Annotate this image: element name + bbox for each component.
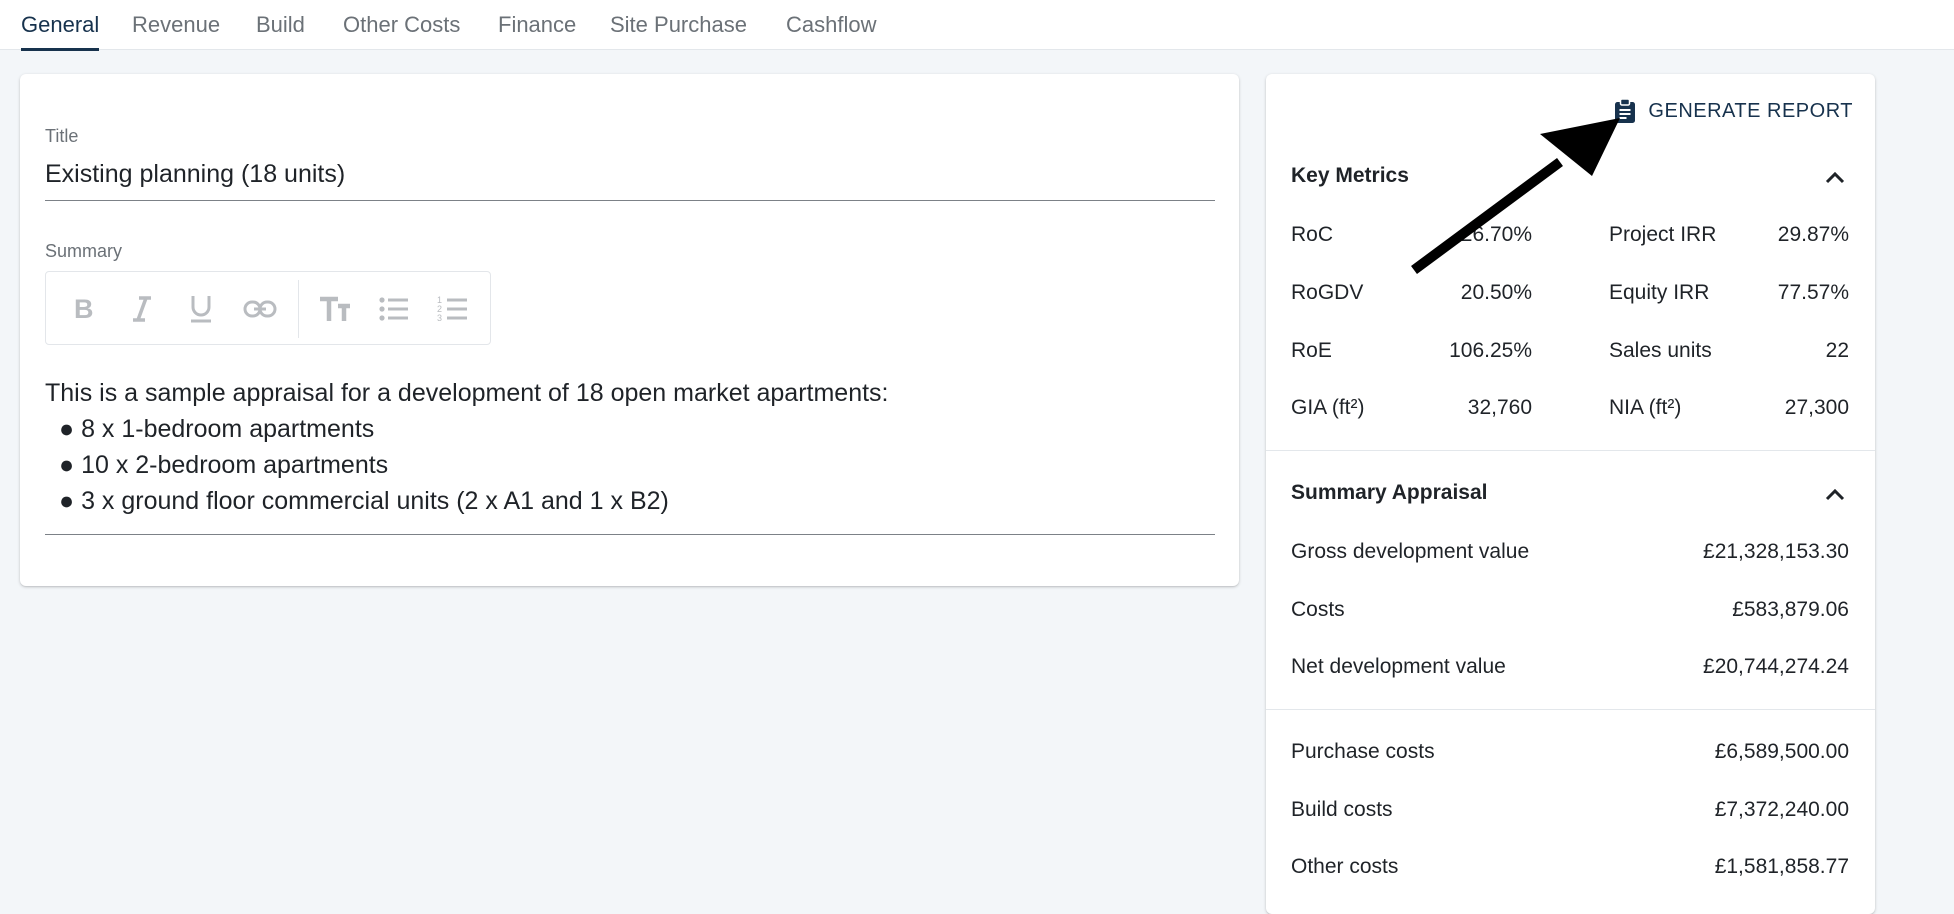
metric-label: Sales units [1609,339,1712,362]
appraisal-row: Other costs £1,581,858.77 [1291,855,1849,885]
metric-value: 29.87% [1777,223,1849,246]
bullet-glyph: ● [59,487,75,515]
summary-bullet: ● 8 x 1-bedroom apartments [45,411,889,447]
section-divider [1266,450,1875,451]
summary-underline [45,534,1215,535]
appraisal-row: Costs £583,879.06 [1291,598,1849,628]
numbered-list-icon[interactable]: 123 [433,289,473,329]
tab-build[interactable]: Build [256,0,305,50]
appraisal-value: £1,581,858.77 [1714,855,1849,878]
title-input[interactable]: Existing planning (18 units) [45,160,345,189]
metric-label: NIA (ft²) [1609,396,1682,419]
metric-value: 26.70% [1460,223,1532,246]
metric-label: RoC [1291,223,1334,246]
metric-row: RoE 106.25% Sales units 22 [1291,339,1849,369]
toolbar-separator [298,280,299,338]
appraisal-value: £7,372,240.00 [1714,798,1849,821]
appraisal-row: Purchase costs £6,589,500.00 [1291,740,1849,770]
summary-bullet: ● 3 x ground floor commercial units (2 x… [45,483,889,519]
bullet-text: 3 x ground floor commercial units (2 x A… [81,487,669,515]
metric-label: RoGDV [1291,281,1364,304]
appraisal-value: £21,328,153.30 [1703,540,1849,563]
bulleted-list-icon[interactable] [374,289,414,329]
title-underline [45,200,1215,201]
appraisal-label: Purchase costs [1291,740,1435,763]
metric-value: 32,760 [1467,396,1532,419]
svg-text:B: B [74,295,94,323]
metric-value: 20.50% [1460,281,1532,304]
metric-row: GIA (ft²) 32,760 NIA (ft²) 27,300 [1291,396,1849,426]
italic-icon[interactable] [122,289,162,329]
text-size-icon[interactable] [315,289,355,329]
metric-label: RoE [1291,339,1332,362]
summary-appraisal-title: Summary Appraisal [1291,481,1488,504]
bullet-text: 8 x 1-bedroom apartments [81,415,375,443]
metric-value: 27,300 [1784,396,1849,419]
bullet-text: 10 x 2-bedroom apartments [81,451,389,479]
appraisal-label: Other costs [1291,855,1399,878]
clipboard-icon [1614,98,1636,124]
title-label: Title [45,126,79,146]
metric-value: 77.57% [1777,281,1849,304]
bullet-glyph: ● [59,451,75,479]
tab-cashflow[interactable]: Cashflow [786,0,876,50]
key-metrics-title: Key Metrics [1291,164,1409,187]
appraisal-value: £6,589,500.00 [1714,740,1849,763]
metric-value: 106.25% [1449,339,1532,362]
bullet-glyph: ● [59,415,75,443]
bold-icon[interactable]: B [63,289,103,329]
summary-editor[interactable]: This is a sample appraisal for a develop… [45,375,889,519]
metric-label: GIA (ft²) [1291,396,1365,419]
appraisal-label: Build costs [1291,798,1393,821]
tab-finance[interactable]: Finance [498,0,576,50]
appraisal-row: Net development value £20,744,274.24 [1291,655,1849,685]
generate-report-label: GENERATE REPORT [1648,99,1853,122]
tab-general[interactable]: General [21,0,100,51]
metric-row: RoGDV 20.50% Equity IRR 77.57% [1291,281,1849,311]
chevron-up-icon[interactable] [1821,164,1849,192]
tab-site-purchase[interactable]: Site Purchase [610,0,747,50]
metric-label: Equity IRR [1609,281,1710,304]
chevron-up-icon[interactable] [1821,481,1849,509]
section-divider [1266,709,1875,710]
tab-revenue[interactable]: Revenue [132,0,220,50]
appraisal-row: Build costs £7,372,240.00 [1291,798,1849,828]
appraisal-value: £583,879.06 [1732,598,1849,621]
link-icon[interactable] [240,289,280,329]
metric-value: 22 [1825,339,1849,362]
tab-other-costs[interactable]: Other Costs [343,0,460,50]
editor-toolbar: B 123 [45,271,491,345]
metrics-card: GENERATE REPORT Key Metrics RoC 26.70% P… [1266,74,1875,914]
general-form-card: Title Existing planning (18 units) Summa… [20,74,1239,586]
appraisal-value: £20,744,274.24 [1703,655,1849,678]
appraisal-label: Costs [1291,598,1345,621]
summary-label: Summary [45,241,123,261]
metric-row: RoC 26.70% Project IRR 29.87% [1291,223,1849,253]
summary-intro: This is a sample appraisal for a develop… [45,379,889,407]
svg-text:3: 3 [437,313,442,323]
tab-bar: General Revenue Build Other Costs Financ… [0,0,1954,51]
appraisal-row: Gross development value £21,328,153.30 [1291,540,1849,570]
metric-label: Project IRR [1609,223,1717,246]
appraisal-label: Gross development value [1291,540,1530,563]
summary-bullet: ● 10 x 2-bedroom apartments [45,447,889,483]
underline-icon[interactable] [181,289,221,329]
appraisal-label: Net development value [1291,655,1506,678]
generate-report-button[interactable]: GENERATE REPORT [1614,94,1853,128]
